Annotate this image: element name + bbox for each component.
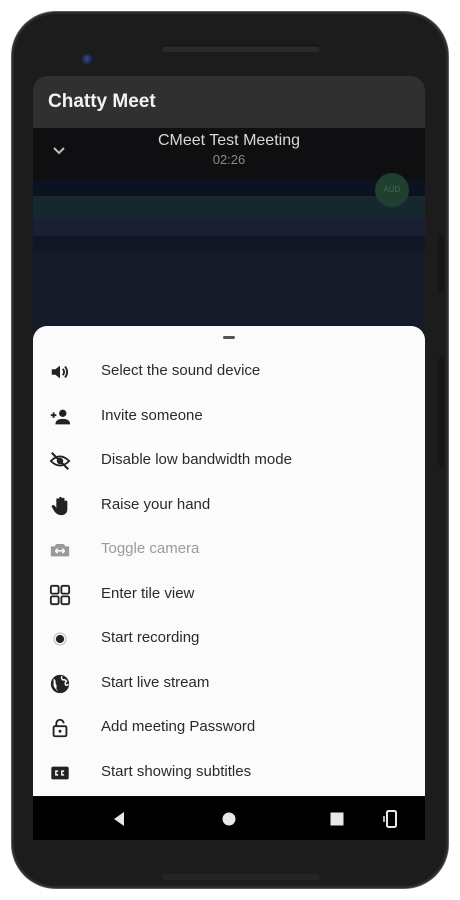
- lock-open-icon: [52, 718, 68, 738]
- app-bar: Chatty Meet: [33, 76, 425, 128]
- meeting-header: CMeet Test Meeting 02:26: [33, 128, 425, 180]
- video-band: [33, 236, 425, 250]
- meeting-timer: 02:26: [212, 152, 246, 167]
- device-screen: Chatty Meet CMeet Test Meeting 02:26 AUD…: [33, 76, 425, 840]
- sheet-drag-handle[interactable]: [223, 336, 235, 339]
- participant-avatar[interactable]: AUD: [375, 173, 409, 207]
- globe-icon: [50, 674, 70, 693]
- bottom-speaker: [162, 874, 320, 880]
- android-nav-bar: [33, 797, 425, 840]
- menu-item-invite[interactable]: Invite someone: [33, 395, 425, 439]
- volume-side-button: [438, 234, 444, 292]
- record-icon: [53, 632, 67, 646]
- menu-item-toggle-camera[interactable]: Toggle camera: [33, 528, 425, 572]
- menu-item-subtitles[interactable]: Start showing subtitles: [33, 751, 425, 795]
- menu-item-label: Start showing subtitles: [101, 762, 252, 780]
- menu-item-label: Start live stream: [101, 673, 210, 691]
- menu-item-label: Invite someone: [101, 406, 203, 424]
- menu-item-label: Raise your hand: [101, 495, 211, 513]
- overflow-menu-sheet: Select the sound device Invite someone D…: [33, 326, 425, 796]
- eye-off-icon: [49, 452, 71, 470]
- menu-item-sound-device[interactable]: Select the sound device: [33, 350, 425, 394]
- menu-item-recording[interactable]: Start recording: [33, 617, 425, 661]
- app-title: Chatty Meet: [48, 91, 156, 112]
- recents-icon[interactable]: [325, 807, 349, 831]
- menu-item-label: Disable low bandwidth mode: [101, 451, 292, 468]
- menu-item-label: Start recording: [101, 629, 200, 646]
- video-band: [33, 180, 425, 196]
- hand-icon: [51, 496, 68, 515]
- menu-item-label: Toggle camera: [101, 540, 200, 557]
- menu-item-low-bandwidth[interactable]: Disable low bandwidth mode: [33, 439, 425, 483]
- meeting-title: CMeet Test Meeting: [158, 132, 300, 149]
- home-icon[interactable]: [217, 807, 241, 831]
- closed-caption-icon: [51, 766, 69, 779]
- menu-item-label: Enter tile view: [101, 584, 195, 602]
- menu-item-live-stream[interactable]: Start live stream: [33, 662, 425, 706]
- menu-item-meeting-password[interactable]: Add meeting Password: [33, 706, 425, 750]
- video-band: [33, 196, 425, 218]
- video-band: [33, 218, 425, 236]
- menu-item-raise-hand[interactable]: Raise your hand: [33, 484, 425, 528]
- switch-camera-icon: [50, 544, 70, 557]
- volume-icon: [51, 365, 69, 379]
- front-camera: [82, 54, 94, 66]
- rotate-icon[interactable]: [379, 807, 403, 831]
- menu-item-tile-view[interactable]: Enter tile view: [33, 573, 425, 617]
- earpiece-speaker: [162, 45, 320, 52]
- menu-item-label: Add meeting Password: [101, 718, 256, 735]
- person-add-icon: [50, 409, 71, 424]
- back-icon[interactable]: [107, 807, 131, 831]
- power-side-button: [438, 358, 444, 466]
- tile-view-icon: [49, 584, 71, 605]
- menu-item-label: Select the sound device: [101, 362, 261, 379]
